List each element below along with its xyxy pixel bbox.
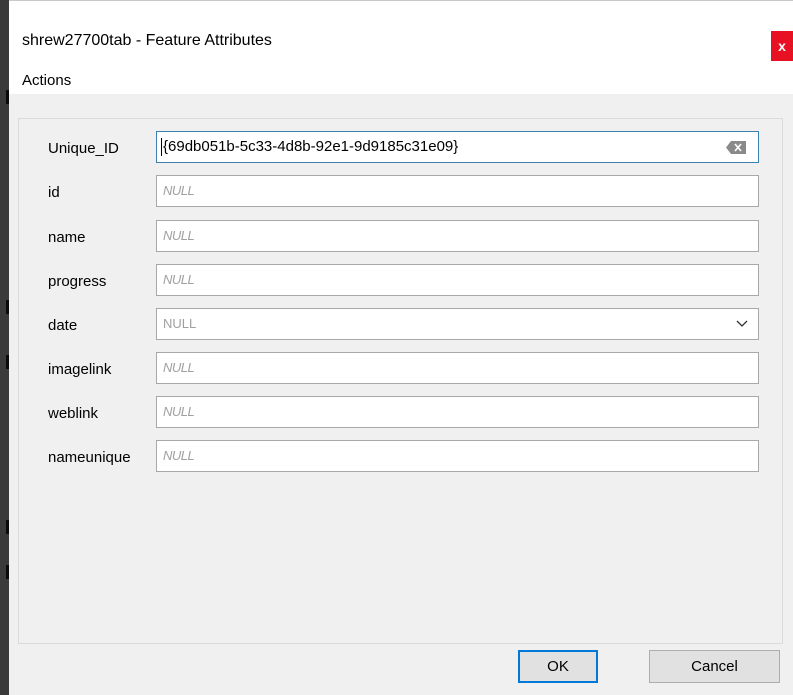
field-label-imagelink: imagelink [48,361,112,378]
field-label-nameunique: nameunique [48,449,131,466]
cancel-button-label: Cancel [691,658,738,675]
weblink-input[interactable]: NULL [156,396,759,428]
name-input[interactable]: NULL [156,220,759,252]
menu-item-actions[interactable]: Actions [22,72,71,89]
date-select-value: NULL [163,316,197,331]
field-label-progress: progress [48,273,107,290]
field-label-unique-id: Unique_ID [48,140,119,157]
unique-id-input[interactable]: {69db051b-5c33-4d8b-92e1-9d9185c31e09} [156,131,759,163]
field-label-id: id [48,184,60,201]
date-select[interactable]: NULL [156,308,759,340]
field-label-weblink: weblink [48,405,99,422]
background-window-edge [0,0,9,695]
id-input[interactable]: NULL [156,175,759,207]
dialog-body: Unique_ID {69db051b-5c33-4d8b-92e1-9d918… [9,94,793,695]
title-bar: shrew27700tab - Feature Attributes x [9,0,793,72]
nameunique-input[interactable]: NULL [156,440,759,472]
imagelink-input[interactable]: NULL [156,352,759,384]
attribute-form: Unique_ID {69db051b-5c33-4d8b-92e1-9d918… [18,118,783,644]
ok-button[interactable]: OK [518,650,598,683]
cancel-button[interactable]: Cancel [649,650,780,683]
field-label-name: name [48,229,86,246]
field-label-date: date [48,317,78,334]
close-icon: x [778,38,786,54]
menu-bar: Actions [9,72,793,94]
feature-attributes-dialog: shrew27700tab - Feature Attributes x Act… [0,0,793,695]
progress-input[interactable]: NULL [156,264,759,296]
chevron-down-icon [736,320,748,327]
close-button[interactable]: x [771,31,793,61]
clear-field-icon[interactable] [726,141,746,154]
ok-button-label: OK [547,658,569,675]
unique-id-value: {69db051b-5c33-4d8b-92e1-9d9185c31e09} [163,138,459,155]
text-cursor [161,138,162,156]
window-title: shrew27700tab - Feature Attributes [22,32,272,49]
